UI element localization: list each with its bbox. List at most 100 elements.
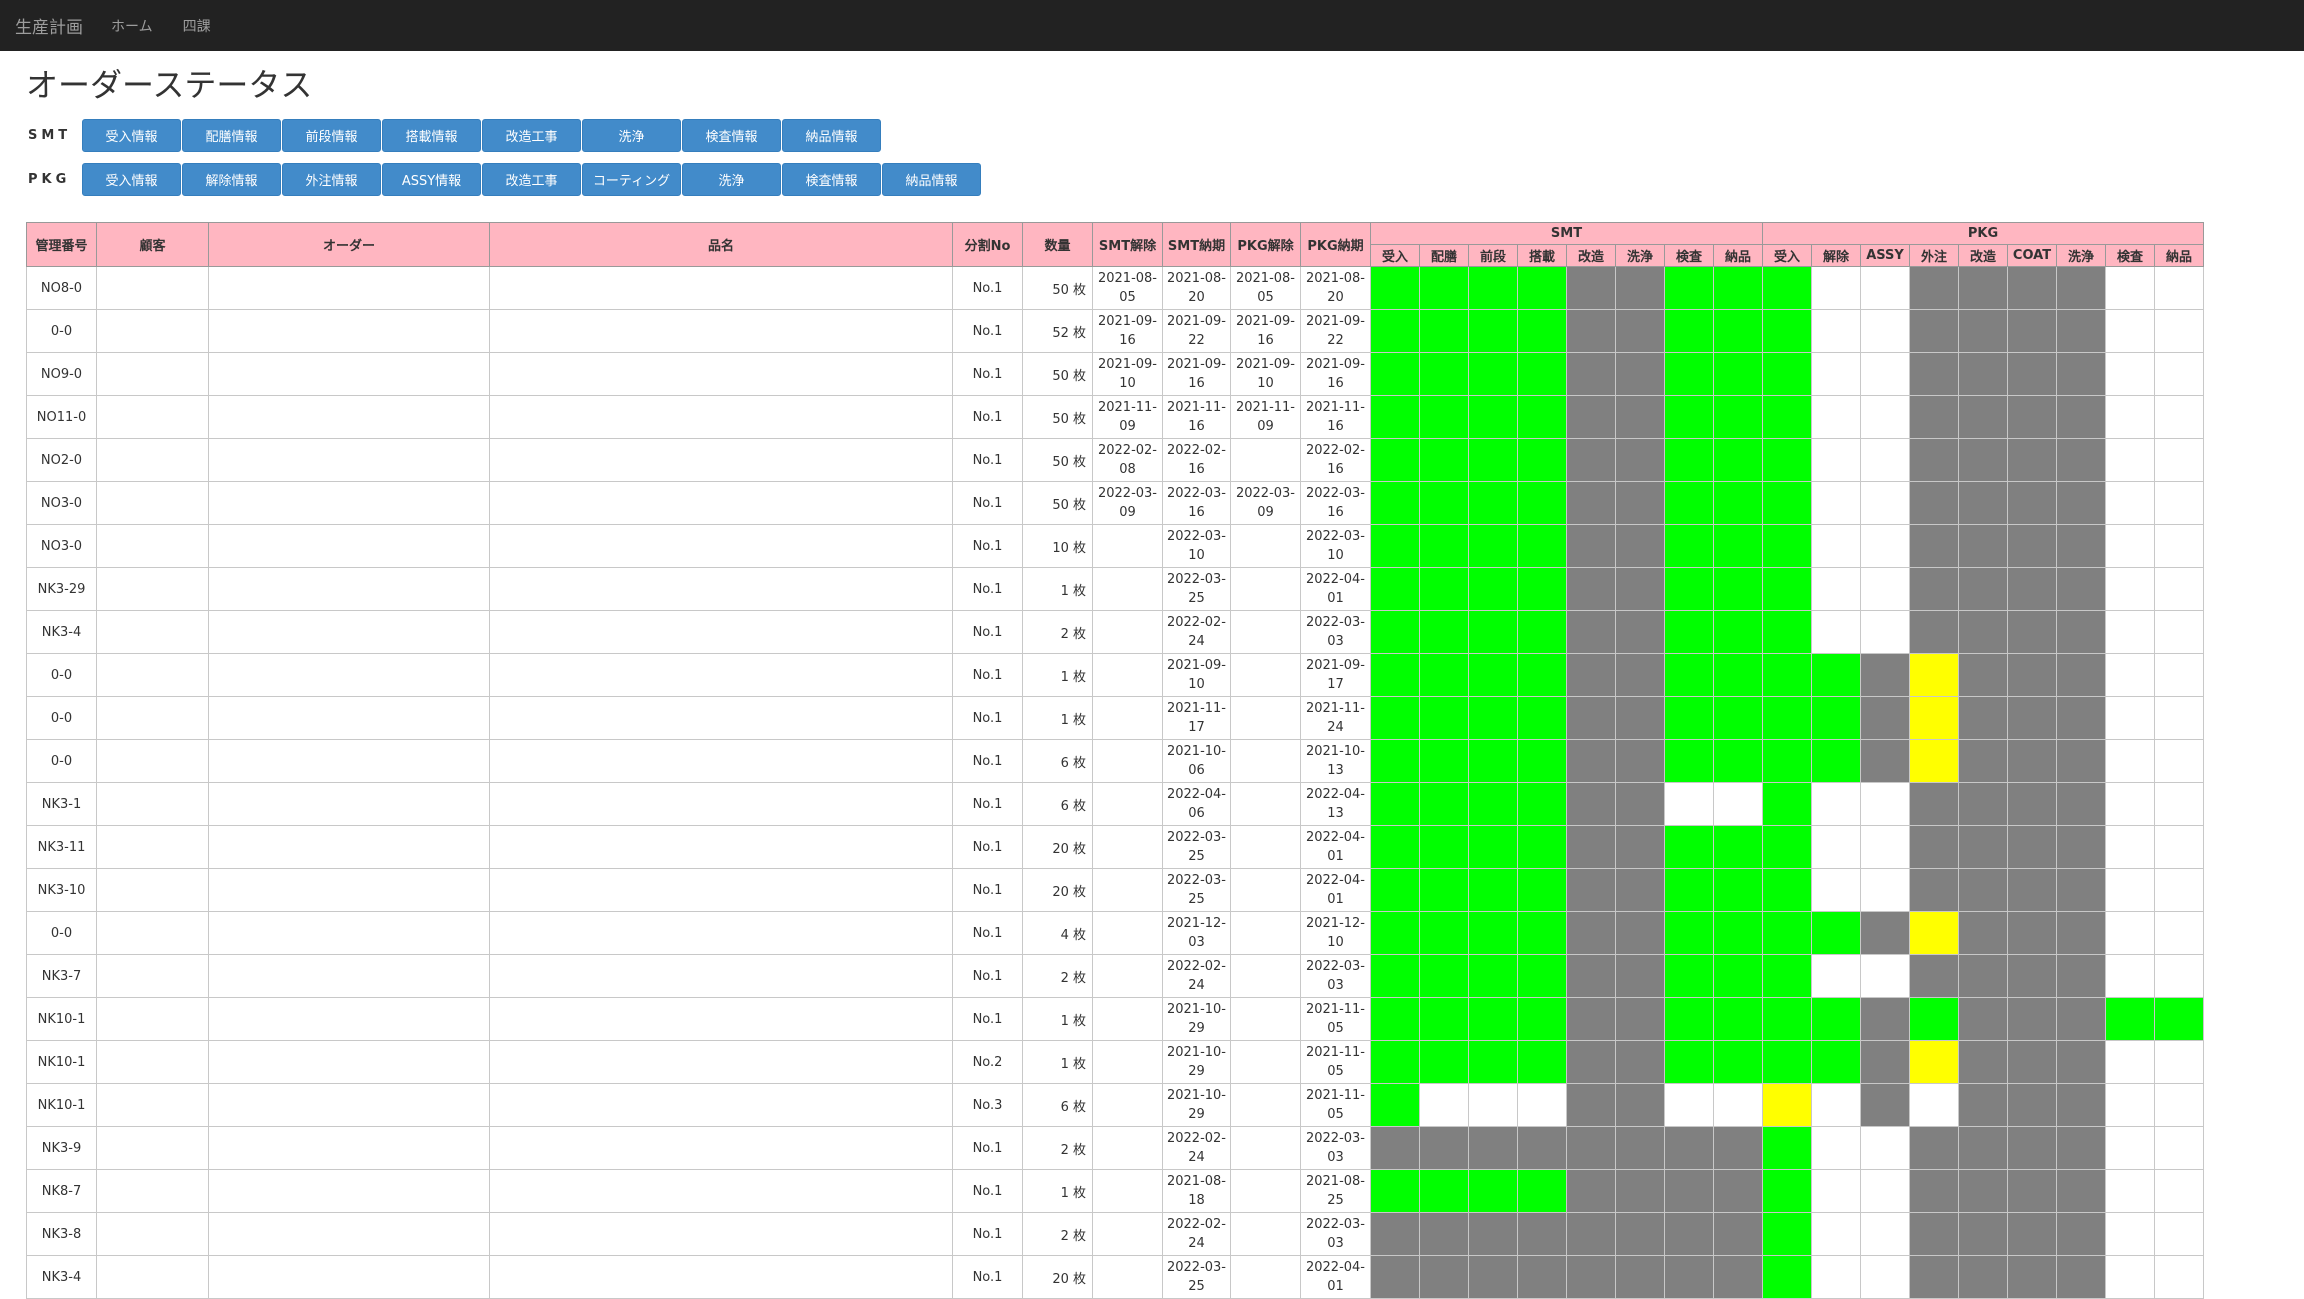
customer-cell — [96, 825, 209, 869]
pkg-due-cell: 2021-11-05 — [1300, 1083, 1371, 1127]
pkg-assy-button[interactable]: ASSY情報 — [382, 163, 481, 196]
col-header-smt-due: SMT納期 — [1162, 222, 1231, 267]
order-status-table: 管理番号 顧客 オーダー 品名 分割No 数量 SMT解除 SMT納期 PKG解… — [26, 222, 2204, 1299]
table-row[interactable]: NK3-4 No.1 2 枚 2022-02-24 2022-03-03 — [26, 610, 2204, 654]
pkg-status-cell — [1762, 395, 1812, 439]
table-row[interactable]: 0-0 No.1 1 枚 2021-09-10 2021-09-17 — [26, 653, 2204, 697]
pkg-release-button[interactable]: 解除情報 — [182, 163, 281, 196]
smt-prestage-button[interactable]: 前段情報 — [282, 119, 381, 152]
table-row[interactable]: NO11-0 No.1 50 枚 2021-11-09 2021-11-16 2021-1… — [26, 395, 2204, 439]
pkg-status-cell — [2007, 1040, 2057, 1084]
table-row[interactable]: NK3-9 No.1 2 枚 2022-02-24 2022-03-03 — [26, 1126, 2204, 1170]
quantity-cell: 2 枚 — [1022, 954, 1093, 998]
control-no-cell: NK10-1 — [26, 997, 97, 1041]
pkg-status-cell — [1860, 266, 1910, 310]
pkg-due-cell: 2022-04-01 — [1300, 567, 1371, 611]
pkg-coating-button[interactable]: コーティング — [582, 163, 681, 196]
table-row[interactable]: 0-0 No.1 4 枚 2021-12-03 2021-12-10 — [26, 911, 2204, 955]
smt-wash-button[interactable]: 洗浄 — [582, 119, 681, 152]
control-no-cell: NO3-0 — [26, 481, 97, 525]
smt-serving-button[interactable]: 配膳情報 — [182, 119, 281, 152]
table-row[interactable]: NO3-0 No.1 10 枚 2022-03-10 2022-03-10 — [26, 524, 2204, 568]
nav-link-home[interactable]: ホーム — [111, 16, 153, 36]
smt-status-cell — [1370, 567, 1420, 611]
col-header-pkg-due: PKG納期 — [1300, 222, 1371, 267]
smt-status-cell — [1615, 524, 1665, 568]
pkg-deliver-button[interactable]: 納品情報 — [882, 163, 981, 196]
table-row[interactable]: NK3-1 No.1 6 枚 2022-04-06 2022-04-13 — [26, 782, 2204, 826]
nav-brand[interactable]: 生産計画 — [15, 13, 83, 38]
table-row[interactable]: 0-0 No.1 1 枚 2021-11-17 2021-11-24 — [26, 696, 2204, 740]
table-row[interactable]: NK10-1 No.3 6 枚 2021-10-29 2021-11-05 — [26, 1083, 2204, 1127]
pkg-receive-button[interactable]: 受入情報 — [82, 163, 181, 196]
pkg-due-cell: 2021-11-16 — [1300, 395, 1371, 439]
smt-deliver-button[interactable]: 納品情報 — [782, 119, 881, 152]
smt-status-cell — [1370, 954, 1420, 998]
split-no-cell: No.1 — [952, 1255, 1023, 1299]
table-row[interactable]: NO8-0 No.1 50 枚 2021-08-05 2021-08-20 2021-08… — [26, 266, 2204, 310]
pkg-status-cell — [2105, 1083, 2155, 1127]
pkg-outsource-button[interactable]: 外注情報 — [282, 163, 381, 196]
control-no-cell: NK3-29 — [26, 567, 97, 611]
table-row[interactable]: NO2-0 No.1 50 枚 2022-02-08 2022-02-16 2022-02… — [26, 438, 2204, 482]
smt-status-cell — [1713, 481, 1763, 525]
smt-status-cell — [1615, 739, 1665, 783]
smt-status-cell — [1370, 1083, 1420, 1127]
smt-release-cell: 2021-11-09 — [1092, 395, 1163, 439]
pkg-status-cell — [2105, 954, 2155, 998]
pkg-status-cell — [1860, 868, 1910, 912]
smt-modify-button[interactable]: 改造工事 — [482, 119, 581, 152]
smt-inspect-button[interactable]: 検査情報 — [682, 119, 781, 152]
order-cell — [208, 739, 490, 783]
pkg-status-cell — [2056, 395, 2106, 439]
smt-stage-header: 配膳 — [1419, 244, 1469, 267]
order-cell — [208, 309, 490, 353]
table-row[interactable]: NK3-7 No.1 2 枚 2022-02-24 2022-03-03 — [26, 954, 2204, 998]
pkg-status-cell — [1762, 696, 1812, 740]
pkg-status-cell — [2007, 1212, 2057, 1256]
pkg-modify-button[interactable]: 改造工事 — [482, 163, 581, 196]
pkg-status-cell — [1958, 610, 2008, 654]
table-row[interactable]: NO9-0 No.1 50 枚 2021-09-10 2021-09-16 2021-09… — [26, 352, 2204, 396]
smt-status-cell — [1566, 352, 1616, 396]
table-row[interactable]: NK3-4 No.1 20 枚 2022-03-25 2022-04-01 — [26, 1255, 2204, 1299]
smt-receive-button[interactable]: 受入情報 — [82, 119, 181, 152]
col-header-split-no: 分割No — [952, 222, 1023, 267]
table-row[interactable]: NK8-7 No.1 1 枚 2021-08-18 2021-08-25 — [26, 1169, 2204, 1213]
smt-mount-button[interactable]: 搭載情報 — [382, 119, 481, 152]
pkg-status-cell — [1909, 1083, 1959, 1127]
product-cell — [489, 481, 953, 525]
order-cell — [208, 567, 490, 611]
table-row[interactable]: NK3-11 No.1 20 枚 2022-03-25 2022-04-01 — [26, 825, 2204, 869]
control-no-cell: NK3-4 — [26, 610, 97, 654]
control-no-cell: NO8-0 — [26, 266, 97, 310]
nav-link-section[interactable]: 四課 — [183, 16, 211, 36]
table-row[interactable]: NK3-10 No.1 20 枚 2022-03-25 2022-04-01 — [26, 868, 2204, 912]
table-row[interactable]: NK3-29 No.1 1 枚 2022-03-25 2022-04-01 — [26, 567, 2204, 611]
smt-due-cell: 2021-10-29 — [1162, 997, 1231, 1041]
table-row[interactable]: NK10-1 No.1 1 枚 2021-10-29 2021-11-05 — [26, 997, 2204, 1041]
smt-status-cell — [1615, 1255, 1665, 1299]
pkg-release-cell — [1230, 739, 1301, 783]
pkg-status-cell — [1860, 825, 1910, 869]
product-cell — [489, 1255, 953, 1299]
table-row[interactable]: NK3-8 No.1 2 枚 2022-02-24 2022-03-03 — [26, 1212, 2204, 1256]
smt-status-cell — [1615, 1083, 1665, 1127]
col-header-pkg-release: PKG解除 — [1230, 222, 1301, 267]
smt-status-cell — [1517, 997, 1567, 1041]
pkg-status-cell — [1762, 911, 1812, 955]
table-row[interactable]: NO3-0 No.1 50 枚 2022-03-09 2022-03-16 2022-03… — [26, 481, 2204, 525]
table-row[interactable]: 0-0 No.1 52 枚 2021-09-16 2021-09-22 2021-09-1… — [26, 309, 2204, 353]
pkg-status-cell — [1860, 954, 1910, 998]
smt-release-cell — [1092, 524, 1163, 568]
smt-due-cell: 2022-02-24 — [1162, 610, 1231, 654]
table-row[interactable]: NK10-1 No.2 1 枚 2021-10-29 2021-11-05 — [26, 1040, 2204, 1084]
order-cell — [208, 1255, 490, 1299]
pkg-status-cell — [2007, 438, 2057, 482]
pkg-status-cell — [1909, 309, 1959, 353]
pkg-inspect-button[interactable]: 検査情報 — [782, 163, 881, 196]
pkg-status-cell — [2007, 825, 2057, 869]
table-row[interactable]: 0-0 No.1 6 枚 2021-10-06 2021-10-13 — [26, 739, 2204, 783]
pkg-status-cell — [1958, 782, 2008, 826]
pkg-wash-button[interactable]: 洗浄 — [682, 163, 781, 196]
